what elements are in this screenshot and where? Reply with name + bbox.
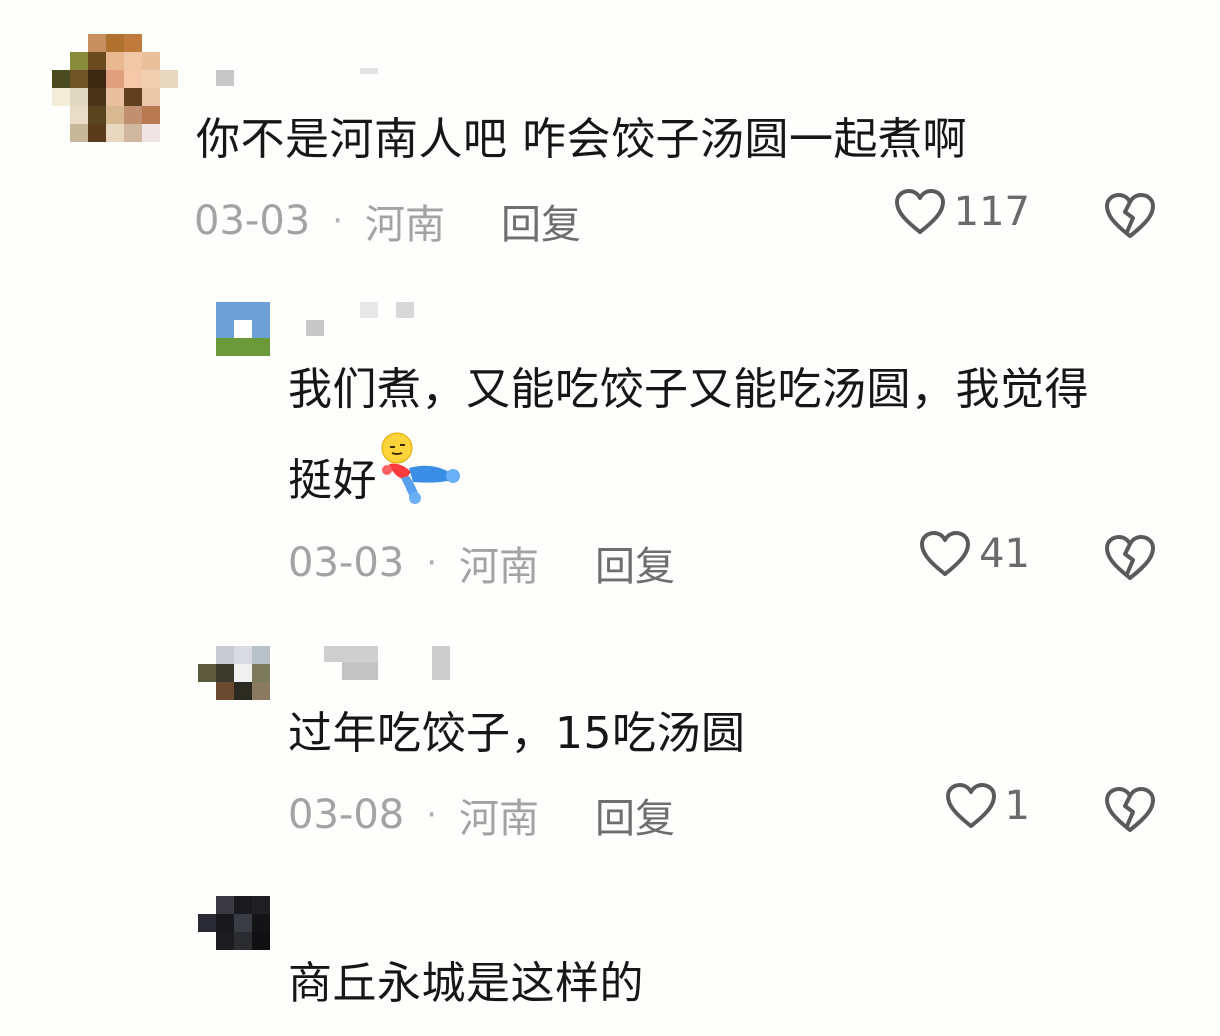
username-blurred <box>342 662 378 680</box>
comment-location: 河南 <box>459 796 540 842</box>
avatar[interactable] <box>198 646 270 700</box>
separator: · <box>426 543 438 583</box>
broken-heart-icon <box>1104 193 1156 244</box>
username-blurred <box>360 302 378 318</box>
comment-location: 河南 <box>459 544 540 590</box>
like-count: 117 <box>953 189 1030 235</box>
comment-thread: 你不是河南人吧 咋会饺子汤圆一起煮啊 03-03 · 河南 回复 117 我们煮… <box>0 0 1220 1036</box>
username-blurred <box>432 646 450 680</box>
dislike-button[interactable] <box>1104 534 1156 586</box>
avatar[interactable] <box>216 302 270 356</box>
comment-meta: 03-03 · 河南 回复 <box>194 192 581 250</box>
comment-date: 03-08 <box>288 792 405 838</box>
reply-button[interactable]: 回复 <box>501 192 581 250</box>
like-count: 1 <box>1004 783 1030 829</box>
comment-location: 河南 <box>365 202 446 248</box>
username-blurred[interactable] <box>306 320 324 336</box>
comment-meta: 03-03 · 河南 回复 <box>288 534 675 592</box>
avatar[interactable] <box>52 34 180 142</box>
like-button[interactable]: 1 <box>945 782 1030 830</box>
heart-outline-icon <box>919 530 971 578</box>
heart-outline-icon <box>894 188 946 236</box>
broken-heart-icon <box>1104 787 1156 838</box>
like-button[interactable]: 117 <box>894 188 1030 236</box>
reply-button[interactable]: 回复 <box>595 534 675 592</box>
comment-text: 过年吃饺子，15吃汤圆 <box>288 708 746 759</box>
like-button[interactable]: 41 <box>919 530 1030 578</box>
username-blurred[interactable] <box>216 70 234 86</box>
username-blurred <box>396 302 414 318</box>
broken-heart-icon <box>1104 535 1156 586</box>
comment-date: 03-03 <box>194 198 311 244</box>
comment-meta: 03-08 · 河南 回复 <box>288 786 675 844</box>
separator: · <box>332 201 344 241</box>
dislike-button[interactable] <box>1104 192 1156 244</box>
like-count: 41 <box>979 531 1030 577</box>
comment-text: 商丘永城是这样的 <box>288 958 644 1009</box>
comment-text: 挺好 <box>288 455 377 506</box>
reply-button[interactable]: 回复 <box>595 786 675 844</box>
lying-down-emoji-icon <box>379 432 463 530</box>
username-blurred[interactable] <box>324 646 378 662</box>
comment-date: 03-03 <box>288 540 405 586</box>
comment-text-line: 挺好 <box>288 432 463 530</box>
username-blurred <box>360 68 378 74</box>
comment-text: 你不是河南人吧 咋会饺子汤圆一起煮啊 <box>196 114 967 165</box>
comment-text-line: 我们煮，又能吃饺子又能吃汤圆，我觉得 <box>288 364 1089 415</box>
dislike-button[interactable] <box>1104 786 1156 838</box>
avatar[interactable] <box>198 896 270 950</box>
heart-outline-icon <box>945 782 997 830</box>
separator: · <box>426 795 438 835</box>
